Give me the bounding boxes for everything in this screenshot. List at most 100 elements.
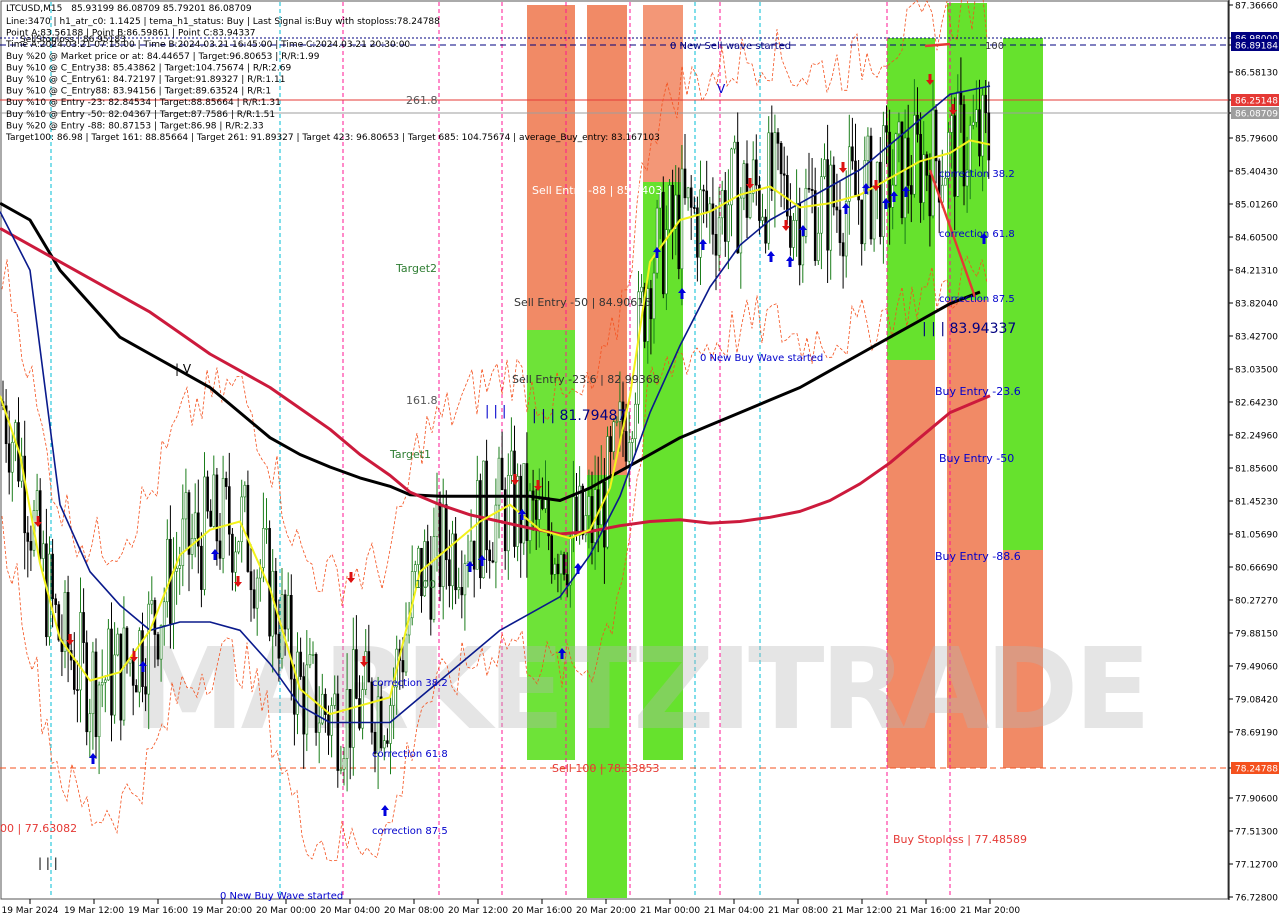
y-tick-label: 77.90600 [1235, 795, 1278, 805]
candle-body [172, 571, 175, 624]
candle-body [348, 689, 352, 748]
candle-body [435, 502, 439, 537]
candle-body [212, 474, 216, 527]
symbol-timeframe: LTCUSD,M15 [6, 4, 62, 14]
candle-body [237, 541, 240, 553]
candle-body [23, 455, 27, 534]
candle-body [860, 199, 864, 245]
candle-body [832, 164, 836, 208]
x-tick-label: 20 Mar 08:00 [384, 906, 444, 916]
price-label: 86.08709 [1235, 110, 1278, 120]
candle-body [596, 489, 600, 526]
candle-body [386, 740, 389, 744]
candle-body [931, 109, 935, 217]
candle-body [916, 114, 919, 135]
candle-body [847, 146, 851, 202]
candle-body [100, 682, 104, 686]
x-tick-label: 20 Mar 12:00 [448, 906, 508, 916]
candle-body [565, 574, 569, 586]
candle-body [11, 442, 14, 473]
candle-body [655, 207, 659, 274]
candle-body [503, 489, 507, 552]
chart-annotation: 261.8 [406, 94, 438, 107]
candle-body [519, 475, 523, 544]
candle-body [389, 705, 392, 744]
candle-body [463, 563, 467, 596]
candle-body [801, 236, 805, 266]
candle-body [401, 660, 405, 673]
y-tick-label: 79.08420 [1235, 696, 1278, 706]
chart-annotation: correction 61.8 [372, 749, 448, 760]
candle-body [271, 570, 275, 637]
candle-body [82, 612, 85, 643]
candle-body [7, 443, 11, 473]
candle-body [547, 497, 550, 537]
chart-annotation: | | | [38, 856, 58, 870]
candle-body [823, 159, 826, 177]
candle-body [981, 94, 984, 157]
candle-body [866, 135, 870, 161]
candle-body [922, 154, 926, 203]
candle-body [748, 193, 752, 218]
candle-body [184, 492, 188, 520]
candle-body [234, 551, 237, 573]
x-tick-label: 20 Mar 16:00 [512, 906, 572, 916]
y-tick-label: 80.27270 [1235, 597, 1278, 607]
candle-body [277, 633, 281, 659]
candle-body [311, 654, 315, 656]
candle-body [438, 502, 442, 587]
candle-body [689, 187, 693, 208]
candle-body [975, 109, 978, 123]
candle-body [751, 159, 755, 194]
info-line: Point A:83.56188 | Point B:86.59861 | Po… [6, 29, 256, 39]
candle-body [299, 651, 302, 677]
y-tick-label: 84.60500 [1235, 234, 1278, 244]
candle-body [807, 187, 811, 190]
candle-body [826, 159, 829, 251]
candle-body [754, 159, 758, 186]
candle-body [252, 589, 256, 609]
chart-annotation: | | | 81.79487 [532, 408, 626, 424]
chart-annotation: 100 [415, 578, 436, 591]
candle-body [255, 577, 259, 609]
chart-annotation: Sell Entry -50 | 84.90615 [514, 296, 651, 309]
candle-body [358, 698, 361, 729]
candle-body [91, 651, 95, 715]
y-tick-label: 84.21310 [1235, 267, 1278, 277]
candle-body [218, 540, 222, 559]
chart-annotation: Sell 100 | 78.33853 [552, 762, 660, 775]
candle-body [587, 496, 591, 516]
candle-body [810, 189, 814, 191]
candle-body [894, 133, 898, 186]
candle-body [925, 154, 929, 176]
candle-body [506, 475, 510, 552]
candle-body [144, 686, 147, 695]
x-tick-label: 21 Mar 08:00 [768, 906, 828, 916]
candle-body [460, 587, 464, 596]
candle-body [268, 528, 271, 637]
x-tick-label: 21 Mar 04:00 [704, 906, 764, 916]
candle-body [339, 768, 343, 771]
candle-body [305, 664, 309, 735]
candle-body [417, 547, 420, 565]
candle-body [959, 91, 963, 105]
candle-body [537, 499, 541, 520]
chart-annotation: correction 38.2 [372, 678, 448, 689]
candle-body [733, 141, 736, 150]
chart-annotation: correction 87.5 [372, 826, 448, 837]
y-tick-label: 85.01260 [1235, 201, 1278, 211]
candle-body [370, 681, 374, 733]
y-tick-label: 77.12700 [1235, 861, 1278, 871]
candle-body [441, 504, 445, 587]
candle-body [692, 207, 696, 209]
candle-body [181, 518, 185, 566]
candle-body [677, 194, 681, 270]
candle-body [885, 125, 888, 133]
candle-body [63, 592, 67, 652]
chart-annotation: Buy Stoploss | 77.48589 [893, 833, 1027, 846]
candle-body [984, 94, 988, 114]
candle-body [286, 595, 290, 630]
chart-annotation: Buy Entry -23.6 [935, 385, 1021, 398]
candle-body [761, 216, 764, 221]
y-tick-label: 76.72800 [1235, 894, 1278, 904]
